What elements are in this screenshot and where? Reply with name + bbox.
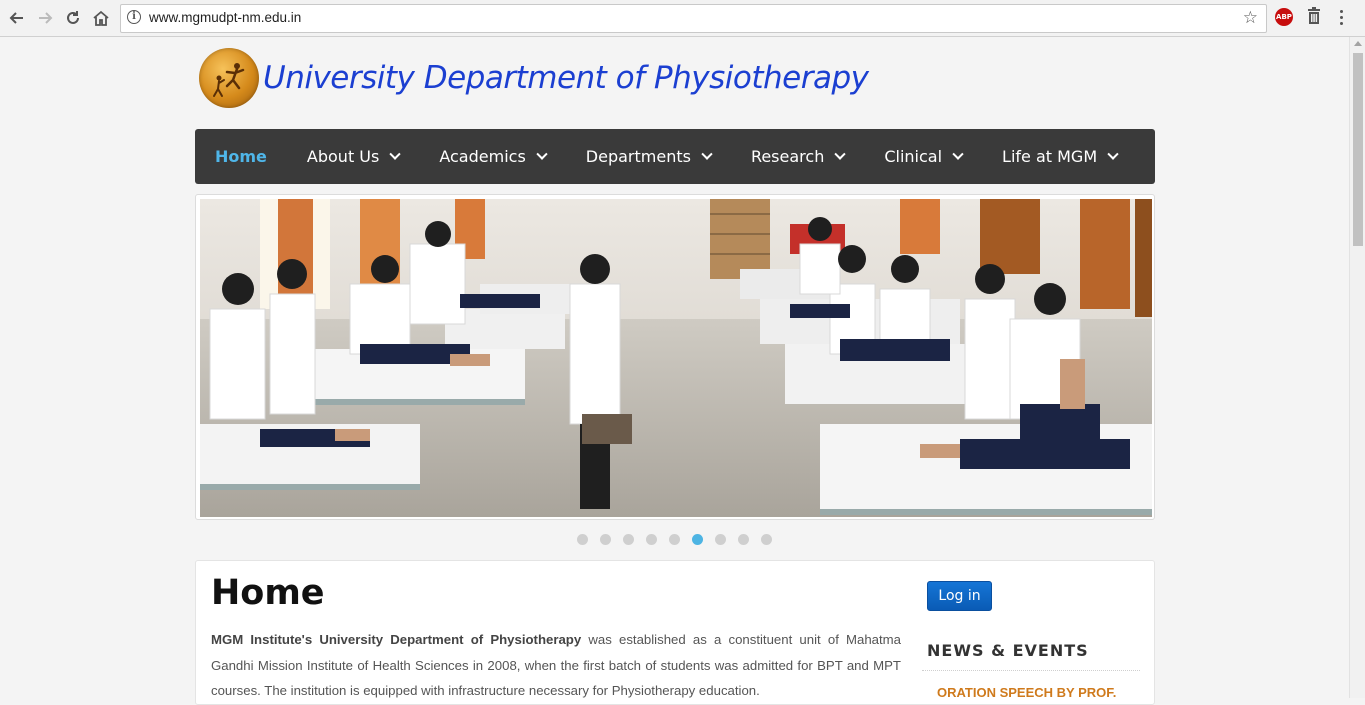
nav-item-academics[interactable]: Academics [419, 129, 565, 184]
address-bar[interactable]: i www.mgmudpt-nm.edu.in ☆ [120, 4, 1267, 33]
bookmark-star-icon[interactable]: ☆ [1243, 8, 1258, 28]
chevron-down-icon [834, 148, 846, 160]
slider-dot[interactable] [623, 534, 634, 545]
browser-menu-icon[interactable] [1338, 8, 1344, 26]
slide-photo-physiotherapy-lab [200, 199, 1152, 517]
site-header: University Department of Physiotherapy [199, 47, 869, 109]
chevron-down-icon [1107, 148, 1119, 160]
slider-dot[interactable] [600, 534, 611, 545]
url-text[interactable]: www.mgmudpt-nm.edu.in [149, 10, 301, 25]
chevron-down-icon [536, 148, 548, 160]
nav-item-label: Life at MGM [1002, 147, 1098, 166]
nav-item-about-us[interactable]: About Us [287, 129, 419, 184]
chevron-down-icon [701, 148, 713, 160]
slider-dot[interactable] [577, 534, 588, 545]
slider-dot[interactable] [669, 534, 680, 545]
page-title: Home [211, 573, 325, 613]
nav-item-label: Academics [439, 147, 526, 166]
slider-dot[interactable] [646, 534, 657, 545]
slider-dot-active[interactable] [692, 534, 703, 545]
trash-extension-icon[interactable] [1307, 7, 1325, 27]
nav-item-label: Departments [585, 147, 691, 166]
main-navigation: Home About Us Academics Departments Rese… [195, 129, 1155, 184]
nav-item-label: About Us [306, 147, 380, 166]
scroll-up-icon[interactable] [1354, 41, 1362, 46]
nav-item-label: Research [750, 147, 825, 166]
nav-item-home[interactable]: Home [195, 129, 287, 184]
reload-icon[interactable] [61, 6, 85, 30]
forward-arrow-icon[interactable] [33, 6, 57, 30]
nav-item-departments[interactable]: Departments [566, 129, 731, 184]
slider-dot[interactable] [738, 534, 749, 545]
content-panel: Home MGM Institute's University Departme… [195, 560, 1155, 705]
nav-item-clinical[interactable]: Clinical [864, 129, 982, 184]
vertical-scrollbar[interactable] [1349, 37, 1365, 698]
slider-dot[interactable] [761, 534, 772, 545]
intro-paragraph: MGM Institute's University Department of… [211, 627, 901, 704]
adblock-extension-icon[interactable]: ABP [1275, 8, 1293, 26]
news-events-heading: NEWS & EVENTS [927, 641, 1089, 660]
slider-dot[interactable] [715, 534, 726, 545]
login-button[interactable]: Log in [927, 581, 992, 611]
back-arrow-icon[interactable] [5, 6, 29, 30]
scrollbar-thumb[interactable] [1353, 53, 1363, 246]
info-icon[interactable]: i [127, 10, 141, 24]
chevron-down-icon [389, 148, 402, 160]
nav-item-label: Clinical [884, 147, 943, 166]
nav-item-research[interactable]: Research [731, 129, 864, 184]
intro-bold-text: MGM Institute's University Department of… [211, 632, 582, 647]
chevron-down-icon [952, 148, 964, 160]
nav-item-life-at-mgm[interactable]: Life at MGM [982, 129, 1137, 184]
browser-toolbar: i www.mgmudpt-nm.edu.in ☆ ABP [0, 0, 1365, 37]
divider [922, 670, 1140, 671]
site-logo[interactable] [199, 48, 259, 108]
image-slider[interactable] [195, 194, 1155, 520]
site-title[interactable]: University Department of Physiotherapy [263, 60, 869, 96]
slider-pagination [577, 534, 784, 545]
home-icon[interactable] [89, 6, 113, 30]
nav-item-label: Home [215, 147, 267, 166]
